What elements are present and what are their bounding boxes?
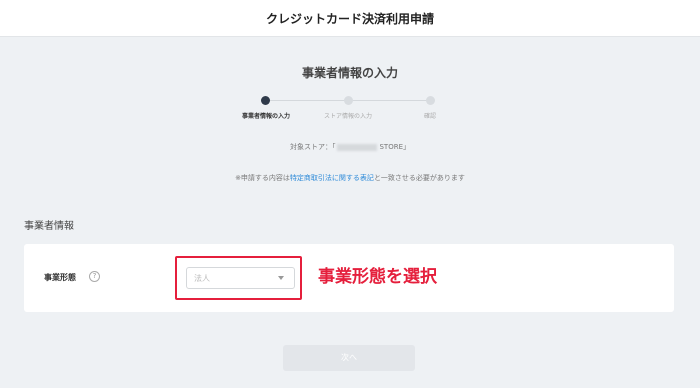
chevron-down-icon	[278, 276, 284, 280]
section-title: 事業者情報	[24, 221, 74, 232]
progress-stepper: 事業者情報の入力 ストア情報の入力 確認	[232, 96, 468, 126]
business-type-label: 事業形態	[44, 273, 76, 282]
business-type-placeholder: 法人	[194, 274, 210, 283]
step-label-1: 事業者情報の入力	[241, 113, 291, 120]
annotation-text: 事業形態を選択	[318, 267, 437, 287]
step-label-3: 確認	[423, 113, 437, 120]
step-label-2: ストア情報の入力	[323, 113, 373, 120]
step-dot-1	[261, 96, 270, 105]
help-icon[interactable]: ?	[89, 271, 100, 282]
target-store-line: 対象ストア：「 STORE」	[0, 142, 700, 152]
redacted-store-name	[337, 143, 378, 151]
stepper-connector	[270, 100, 348, 101]
notice-before: ※申請する内容は	[235, 174, 290, 182]
step-dot-3	[426, 96, 435, 105]
legal-notice-link[interactable]: 特定商取引法に関する表記	[290, 174, 374, 182]
step-dot-2	[344, 96, 353, 105]
notice-text: ※申請する内容は特定商取引法に関する表記と一致させる必要があります	[0, 173, 700, 183]
stepper-connector	[352, 100, 430, 101]
business-type-select[interactable]: 法人	[186, 267, 295, 289]
page-title: 事業者情報の入力	[301, 66, 398, 80]
notice-after: と一致させる必要があります	[373, 174, 465, 182]
target-store-suffix: STORE」	[379, 143, 410, 151]
next-button[interactable]: 次へ	[283, 345, 415, 371]
app-header: クレジットカード決済利用申請	[0, 0, 700, 37]
page-header-title: クレジットカード決済利用申請	[265, 11, 434, 26]
target-store-prefix: 対象ストア：「	[289, 143, 336, 151]
business-info-card: 事業形態 ? 法人 事業形態を選択	[24, 244, 674, 312]
